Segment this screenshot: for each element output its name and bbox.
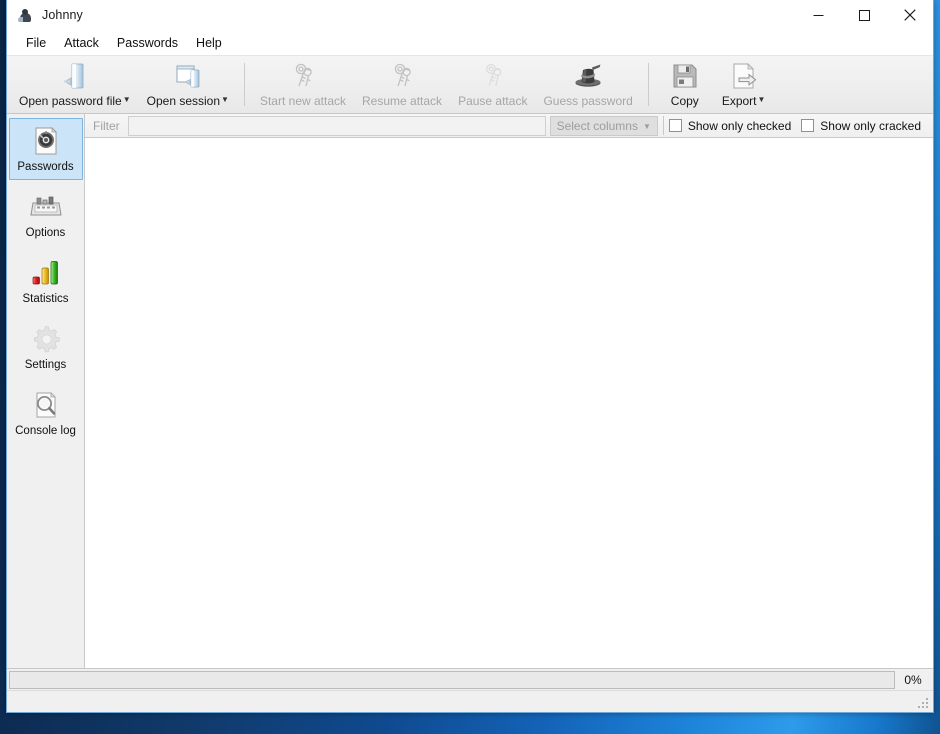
toolbar-resume-attack-label: Resume attack (362, 94, 443, 108)
desktop-background: Johnny File Attack Passwords Help Open p… (0, 0, 940, 734)
sidebar-item-statistics-label: Statistics (22, 293, 69, 305)
window-body: Passwords Options Statistics Settings Co… (7, 114, 933, 668)
toolbar-resume-attack[interactable]: Resume attack (354, 56, 450, 113)
keys-pause-icon (475, 60, 511, 92)
sidebar-item-settings[interactable]: Settings (9, 316, 83, 378)
filter-label: Filter (93, 118, 120, 133)
sidebar-item-options[interactable]: Options (9, 184, 83, 246)
passwords-table[interactable] (85, 138, 933, 668)
toolbar-pause-attack-label: Pause attack (458, 94, 528, 108)
sidebar-item-options-label: Options (25, 227, 66, 239)
status-bar (7, 690, 933, 712)
toolbar-open-password-file-label: Open password file (19, 94, 122, 108)
toolbar-open-session-label: Open session (146, 94, 221, 108)
export-arrow-icon (726, 60, 762, 92)
magic-hat-icon (570, 60, 606, 92)
select-columns-button[interactable]: Select columns ▼ (549, 115, 658, 136)
passwords-pane: Filter Select columns ▼ Show only checke… (85, 114, 933, 668)
sidebar-item-settings-label: Settings (24, 359, 67, 371)
select-columns-label: Select columns (556, 118, 638, 133)
filter-bar-separator (662, 116, 664, 135)
toolbar-export-label: Export (721, 94, 757, 108)
progress-percent-label: 0% (904, 672, 922, 687)
window-title: Johnny (42, 8, 83, 22)
chevron-down-icon[interactable]: ▼ (123, 95, 131, 104)
main-toolbar: Open password file ▼ Open session ▼ Star… (7, 56, 933, 114)
toolbar-export[interactable]: Export ▼ (714, 56, 774, 113)
menu-attack[interactable]: Attack (55, 33, 108, 53)
navigation-sidebar: Passwords Options Statistics Settings Co… (7, 114, 85, 668)
checkbox-box (801, 119, 815, 132)
options-panel-icon (29, 190, 63, 224)
filter-bar: Filter Select columns ▼ Show only checke… (85, 114, 933, 138)
chevron-down-icon: ▼ (642, 122, 651, 131)
checkbox-box (668, 119, 682, 132)
keys-icon (285, 60, 321, 92)
maximize-button[interactable] (841, 0, 887, 30)
toolbar-pause-attack[interactable]: Pause attack (450, 56, 535, 113)
maximize-icon (858, 9, 870, 21)
johnny-main-window: Johnny File Attack Passwords Help Open p… (6, 0, 934, 713)
menu-help[interactable]: Help (187, 33, 231, 53)
sidebar-item-console-log[interactable]: Console log (9, 382, 83, 444)
toolbar-copy-label: Copy (670, 94, 699, 108)
sidebar-item-statistics[interactable]: Statistics (9, 250, 83, 312)
gear-icon (29, 322, 63, 356)
resize-grip-icon[interactable] (917, 697, 930, 710)
toolbar-guess-password[interactable]: Guess password (535, 56, 640, 113)
toolbar-start-new-attack[interactable]: Start new attack (252, 56, 354, 113)
minimize-icon (813, 14, 823, 16)
sidebar-item-passwords-label: Passwords (17, 161, 74, 173)
chevron-down-icon[interactable]: ▼ (221, 95, 229, 104)
progress-row: 0% (7, 668, 933, 690)
toolbar-guess-password-label: Guess password (543, 94, 633, 108)
toolbar-copy[interactable]: Copy (656, 56, 714, 113)
show-only-cracked-label: Show only cracked (820, 118, 921, 133)
bar-chart-icon (29, 256, 63, 290)
menu-file[interactable]: File (17, 33, 55, 53)
attack-progress-bar (9, 670, 895, 689)
keys-resume-icon (384, 60, 420, 92)
minimize-button[interactable] (795, 0, 841, 30)
title-bar: Johnny (7, 0, 933, 31)
show-only-checked-label: Show only checked (687, 118, 792, 133)
filter-input[interactable] (127, 115, 546, 136)
menu-passwords[interactable]: Passwords (108, 33, 187, 53)
password-dial-icon (29, 124, 63, 158)
toolbar-separator (243, 63, 245, 106)
toolbar-open-session[interactable]: Open session ▼ (139, 56, 237, 113)
toolbar-separator-2 (647, 63, 649, 106)
show-only-checked-checkbox[interactable]: Show only checked (668, 118, 792, 133)
magnifier-document-icon (29, 388, 63, 422)
sidebar-item-passwords[interactable]: Passwords (8, 118, 83, 180)
show-only-cracked-checkbox[interactable]: Show only cracked (801, 119, 921, 133)
close-button[interactable] (887, 0, 933, 30)
johnny-ant-icon (17, 7, 33, 23)
open-file-icon (57, 60, 93, 92)
close-icon (904, 9, 916, 21)
toolbar-start-new-attack-label: Start new attack (259, 94, 347, 108)
sidebar-item-console-log-label: Console log (15, 425, 76, 437)
toolbar-open-password-file[interactable]: Open password file ▼ (11, 56, 139, 113)
menu-bar: File Attack Passwords Help (7, 31, 933, 56)
floppy-disk-icon (667, 60, 703, 92)
open-session-icon (170, 60, 206, 92)
chevron-down-icon[interactable]: ▼ (758, 95, 766, 104)
